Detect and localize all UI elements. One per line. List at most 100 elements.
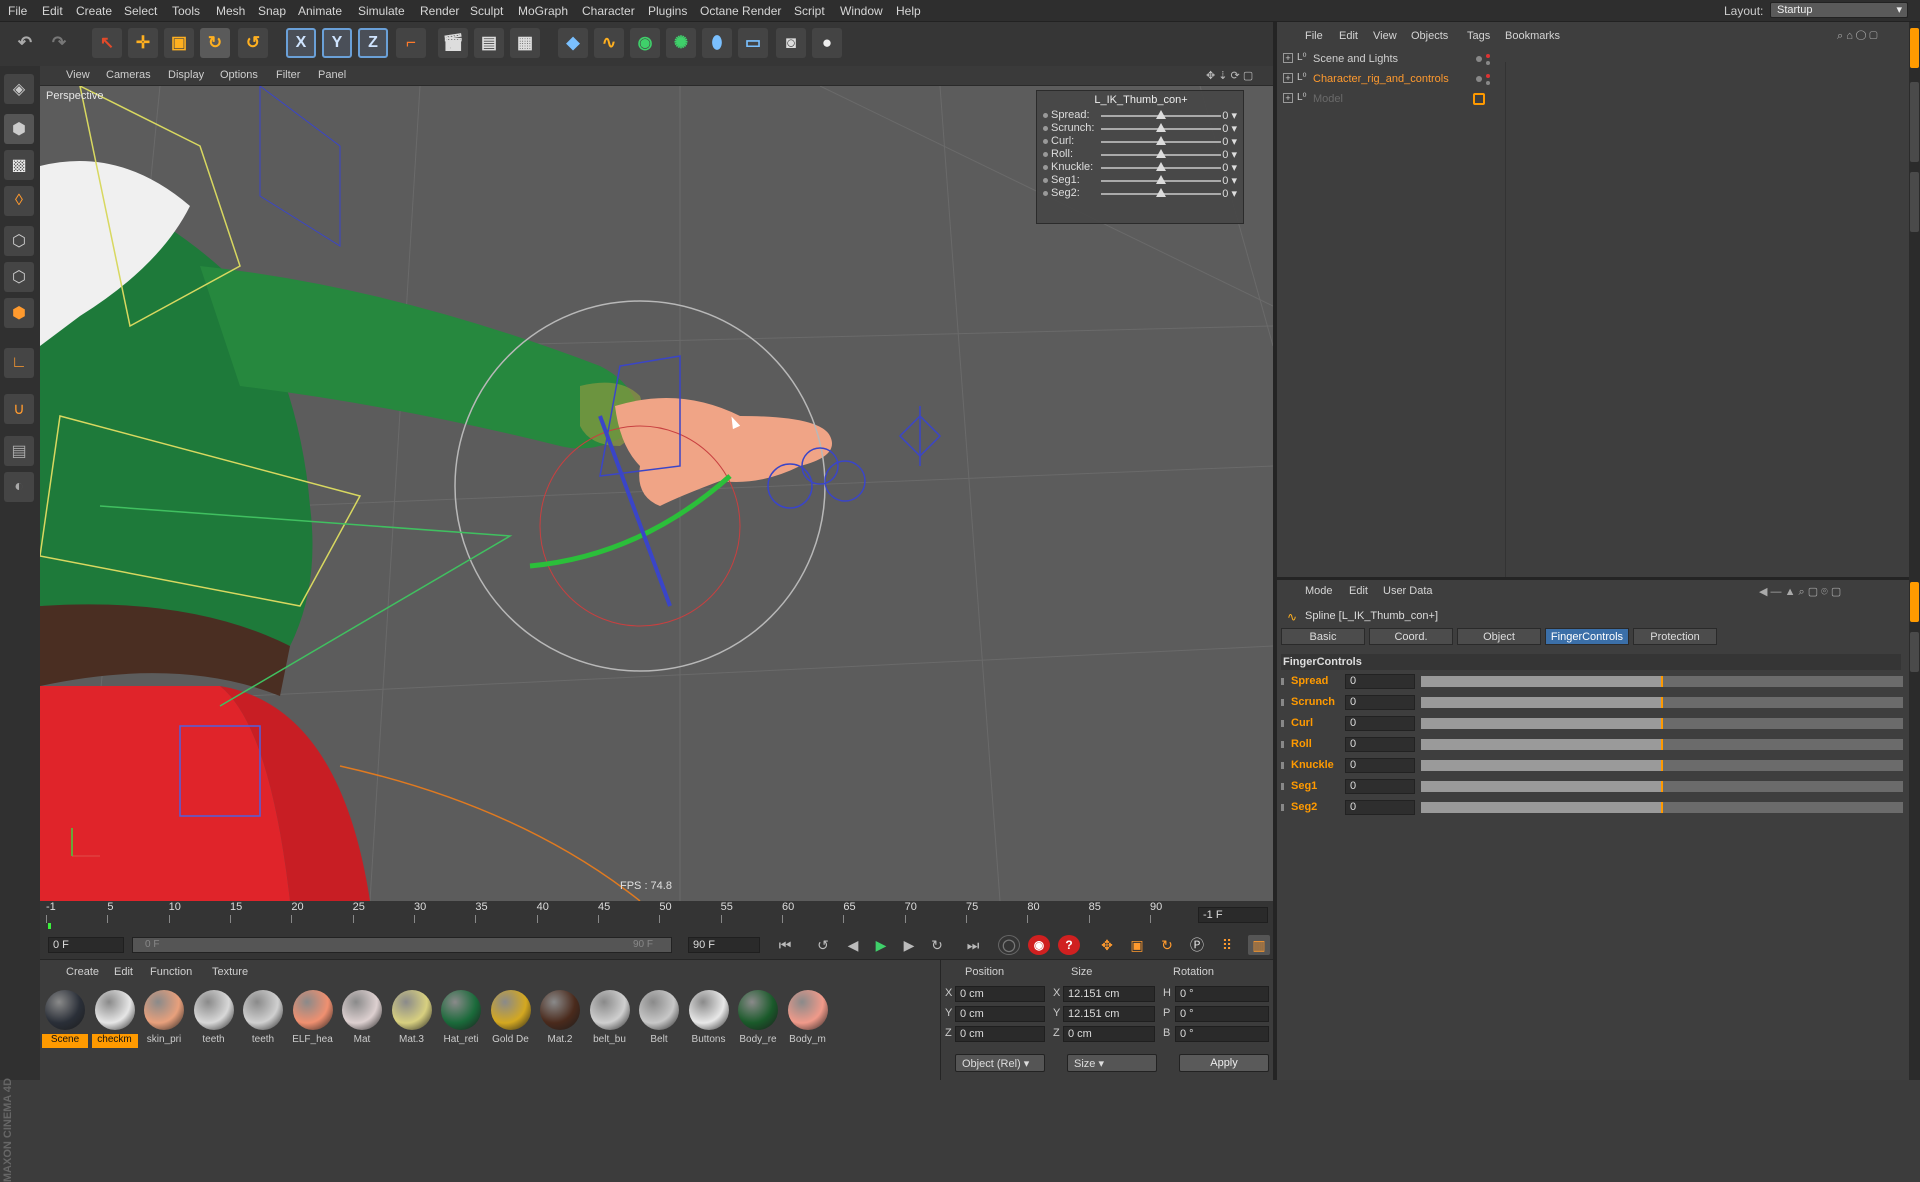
hud-slider-knob[interactable] [1156, 162, 1166, 171]
record-position-icon[interactable]: ✥ [1096, 935, 1118, 955]
slider-handle[interactable] [1661, 697, 1663, 708]
animate-toggle-icon[interactable] [1281, 699, 1284, 706]
animate-dot-icon[interactable] [1043, 165, 1048, 170]
hud-slider-knob[interactable] [1156, 123, 1166, 132]
hud-slider-row[interactable]: Knuckle: 0 ▾ [1043, 161, 1239, 175]
menu-animate[interactable]: Animate [298, 4, 342, 18]
hud-slider-value[interactable]: 0 ▾ [1222, 174, 1237, 187]
animate-toggle-icon[interactable] [1281, 762, 1284, 769]
fingercontrol-value-field[interactable]: 0 [1345, 758, 1415, 773]
render-picture-viewer-icon[interactable]: ▤ [474, 28, 504, 58]
fingercontrol-slider[interactable] [1421, 781, 1903, 792]
attribute-menu-edit[interactable]: Edit [1349, 585, 1368, 597]
render-view-icon[interactable]: 🎬︎ [438, 28, 468, 58]
hud-slider-knob[interactable] [1156, 175, 1166, 184]
position-field[interactable]: 0 cm [955, 1026, 1045, 1042]
size-field[interactable]: 12.151 cm [1063, 1006, 1155, 1022]
previous-key-icon[interactable]: ↺ [812, 935, 834, 955]
menu-simulate[interactable]: Simulate [358, 4, 405, 18]
menu-snap[interactable]: Snap [258, 4, 286, 18]
record-point-level-icon[interactable]: ⠿ [1216, 935, 1238, 955]
texture-mode-icon[interactable]: ▩ [4, 150, 34, 180]
rotation-field[interactable]: 0 ° [1175, 1026, 1269, 1042]
edges-mode-icon[interactable]: ⬡ [4, 262, 34, 292]
material-swatch[interactable]: Mat.2 [537, 990, 583, 1048]
frame-range-slider[interactable]: 0 F 90 F [132, 937, 672, 953]
render-visibility-icon[interactable] [1486, 61, 1490, 65]
axis-mode-icon[interactable]: ∟ [4, 348, 34, 378]
object-menu-file[interactable]: File [1305, 30, 1323, 42]
hud-slider-value[interactable]: 0 ▾ [1222, 109, 1237, 122]
menu-character[interactable]: Character [582, 4, 635, 18]
animate-dot-icon[interactable] [1043, 113, 1048, 118]
solo-mode-icon[interactable]: ◐ [4, 472, 34, 502]
viewport-menu-panel[interactable]: Panel [318, 69, 346, 81]
hud-slider-row[interactable]: Spread: 0 ▾ [1043, 109, 1239, 123]
animate-toggle-icon[interactable] [1281, 720, 1284, 727]
hud-title[interactable]: L_IK_Thumb_con+ [1037, 94, 1245, 106]
menu-render[interactable]: Render [420, 4, 459, 18]
keyframe-selection-icon[interactable]: ? [1058, 935, 1080, 955]
play-icon[interactable]: ▶ [870, 935, 892, 955]
animate-dot-icon[interactable] [1043, 178, 1048, 183]
material-swatch[interactable]: teeth [240, 990, 286, 1048]
layers-tab[interactable] [1910, 632, 1919, 672]
rotate-tool-icon[interactable]: ↻ [200, 28, 230, 58]
expand-icon[interactable]: + [1283, 53, 1293, 63]
viewport-menu-filter[interactable]: Filter [276, 69, 300, 81]
subdivision-surface-icon[interactable]: ◉ [630, 28, 660, 58]
menu-octane-render[interactable]: Octane Render [700, 4, 781, 18]
display-tag-icon[interactable] [1473, 93, 1485, 105]
fingercontrol-slider[interactable] [1421, 760, 1903, 771]
animate-dot-icon[interactable] [1043, 139, 1048, 144]
attribute-nav-icon[interactable]: ◀ — ▲ ⌕ ▢ ⌾ ▢ [1759, 585, 1841, 599]
move-tool-icon[interactable]: ✛ [128, 28, 158, 58]
next-frame-icon[interactable]: ▶ [898, 935, 920, 955]
make-editable-icon[interactable]: ◈ [4, 74, 34, 104]
attribute-menu-mode[interactable]: Mode [1305, 585, 1333, 597]
object-row[interactable]: + L⁰ Model [1283, 92, 1903, 108]
material-menu-edit[interactable]: Edit [114, 966, 133, 978]
layout-select[interactable]: Startup [1770, 2, 1908, 18]
apply-button[interactable]: Apply [1179, 1054, 1269, 1072]
object-manager-search-icon[interactable]: ⌕ ⌂ ◯ ▢ [1837, 30, 1878, 43]
menu-script[interactable]: Script [794, 4, 825, 18]
material-swatch[interactable]: Body_re [735, 990, 781, 1048]
layer-dot-icon[interactable] [1476, 76, 1482, 82]
coordinate-mode-dropdown[interactable]: Object (Rel) ▾ [955, 1054, 1045, 1072]
go-to-start-icon[interactable]: ⏮ [774, 935, 796, 955]
material-swatch[interactable]: skin_pri [141, 990, 187, 1048]
timeline-layout-icon[interactable]: ▥ [1248, 935, 1270, 955]
material-swatch[interactable]: Body_m [785, 990, 831, 1048]
menu-edit[interactable]: Edit [42, 4, 63, 18]
slider-handle[interactable] [1661, 739, 1663, 750]
layer-dot-icon[interactable] [1476, 56, 1482, 62]
rotation-field[interactable]: 0 ° [1175, 986, 1269, 1002]
material-swatch[interactable]: Scene [42, 990, 88, 1048]
material-swatch[interactable]: Buttons [686, 990, 732, 1048]
menu-file[interactable]: File [8, 4, 27, 18]
animate-toggle-icon[interactable] [1281, 678, 1284, 685]
object-menu-view[interactable]: View [1373, 30, 1397, 42]
editor-visibility-icon[interactable] [1486, 54, 1490, 58]
editor-visibility-icon[interactable] [1486, 74, 1490, 78]
spline-pen-icon[interactable]: ∿ [594, 28, 624, 58]
viewport-menu-view[interactable]: View [66, 69, 90, 81]
scene-floor-icon[interactable]: ▭ [738, 28, 768, 58]
size-mode-dropdown[interactable]: Size ▾ [1067, 1054, 1157, 1072]
hud-slider-value[interactable]: 0 ▾ [1222, 161, 1237, 174]
next-key-icon[interactable]: ↻ [926, 935, 948, 955]
material-menu-function[interactable]: Function [150, 966, 192, 978]
animate-toggle-icon[interactable] [1281, 804, 1284, 811]
expand-icon[interactable]: + [1283, 73, 1293, 83]
menu-sculpt[interactable]: Sculpt [470, 4, 503, 18]
object-menu-tags[interactable]: Tags [1467, 30, 1490, 42]
hud-slider-row[interactable]: Seg1: 0 ▾ [1043, 174, 1239, 188]
record-active-objects-icon[interactable]: ◯ [998, 935, 1020, 955]
tab-coord[interactable]: Coord. [1369, 628, 1453, 645]
size-field[interactable]: 0 cm [1063, 1026, 1155, 1042]
timeline-ruler[interactable]: -1 5 10 15 20 25 30 35 40 45 50 55 60 65 70 75 80 85 90 -1… [40, 901, 1273, 929]
animate-dot-icon[interactable] [1043, 191, 1048, 196]
viewport-menu-cameras[interactable]: Cameras [106, 69, 151, 81]
object-menu-bookmarks[interactable]: Bookmarks [1505, 30, 1560, 42]
